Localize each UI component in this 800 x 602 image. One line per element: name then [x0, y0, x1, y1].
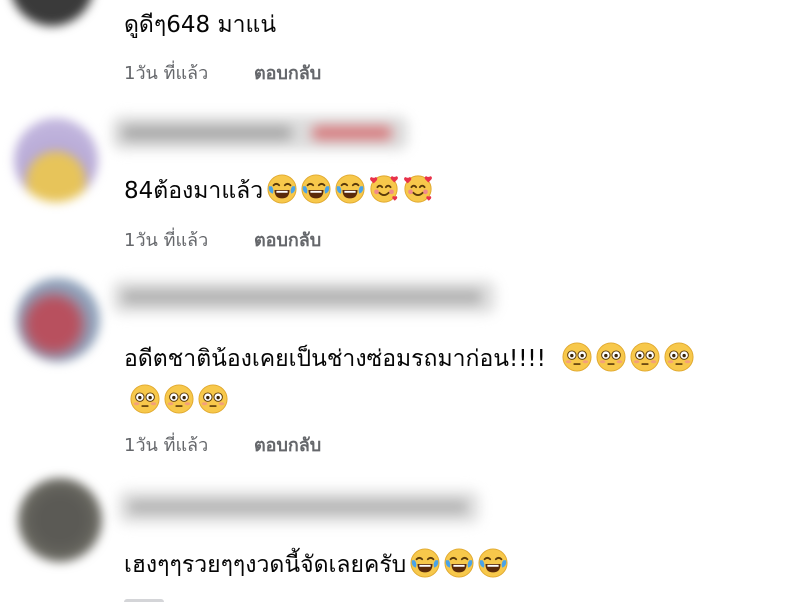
tears-of-joy-icon	[444, 548, 474, 578]
smiling-face-with-hearts-icon	[403, 174, 433, 204]
comment-meta: 1วัน ที่แล้ว ตอบกลับ	[124, 229, 321, 253]
comment-text-content: 84ต้องมาแล้ว	[124, 178, 264, 204]
comment-text: อดีตชาติน้องเคยเป็นช่างซ่อมรถมาก่อน!!!!	[124, 340, 694, 378]
comment-text: เฮงๆๆรวยๆๆงวดนี้จัดเลยครับ	[124, 546, 508, 584]
comment-meta: 1วัน ที่แล้ว ตอบกลับ	[124, 62, 321, 86]
avatar[interactable]	[10, 0, 94, 26]
commenter-name[interactable]	[112, 280, 496, 314]
commenter-name[interactable]	[118, 490, 480, 524]
comment-text-content: เฮงๆๆรวยๆๆงวดนี้จัดเลยครับ	[124, 552, 407, 578]
flushed-face-icon	[198, 384, 228, 414]
comment-meta: 1วัน ที่แล้ว ตอบกลับ	[124, 434, 321, 458]
smiling-face-with-hearts-icon	[369, 174, 399, 204]
comment-emoji-line	[124, 384, 228, 418]
timestamp[interactable]: 1วัน ที่แล้ว	[124, 434, 208, 458]
comment-text: 84ต้องมาแล้ว	[124, 172, 433, 210]
comment-thread: ดูดีๆ648 มาแน่ 1วัน ที่แล้ว ตอบกลับ 84ต้…	[0, 0, 800, 602]
tears-of-joy-icon	[335, 174, 365, 204]
comment-text: ดูดีๆ648 มาแน่	[124, 12, 277, 38]
reply-button[interactable]: ตอบกลับ	[254, 62, 321, 86]
flushed-face-icon	[664, 342, 694, 372]
avatar[interactable]	[16, 278, 100, 362]
comment-meta-partial	[124, 592, 164, 602]
tears-of-joy-icon	[478, 548, 508, 578]
flushed-face-icon	[130, 384, 160, 414]
flushed-face-icon	[164, 384, 194, 414]
avatar[interactable]	[14, 118, 98, 202]
tears-of-joy-icon	[301, 174, 331, 204]
tears-of-joy-icon	[410, 548, 440, 578]
avatar[interactable]	[18, 478, 102, 562]
reply-button[interactable]: ตอบกลับ	[254, 434, 321, 458]
flushed-face-icon	[630, 342, 660, 372]
timestamp[interactable]: 1วัน ที่แล้ว	[124, 229, 208, 253]
commenter-name[interactable]	[112, 116, 408, 150]
tears-of-joy-icon	[267, 174, 297, 204]
flushed-face-icon	[562, 342, 592, 372]
flushed-face-icon	[596, 342, 626, 372]
timestamp[interactable]: 1วัน ที่แล้ว	[124, 62, 208, 86]
comment-text-content: อดีตชาติน้องเคยเป็นช่างซ่อมรถมาก่อน!!!!	[124, 346, 546, 372]
reply-button[interactable]: ตอบกลับ	[254, 229, 321, 253]
